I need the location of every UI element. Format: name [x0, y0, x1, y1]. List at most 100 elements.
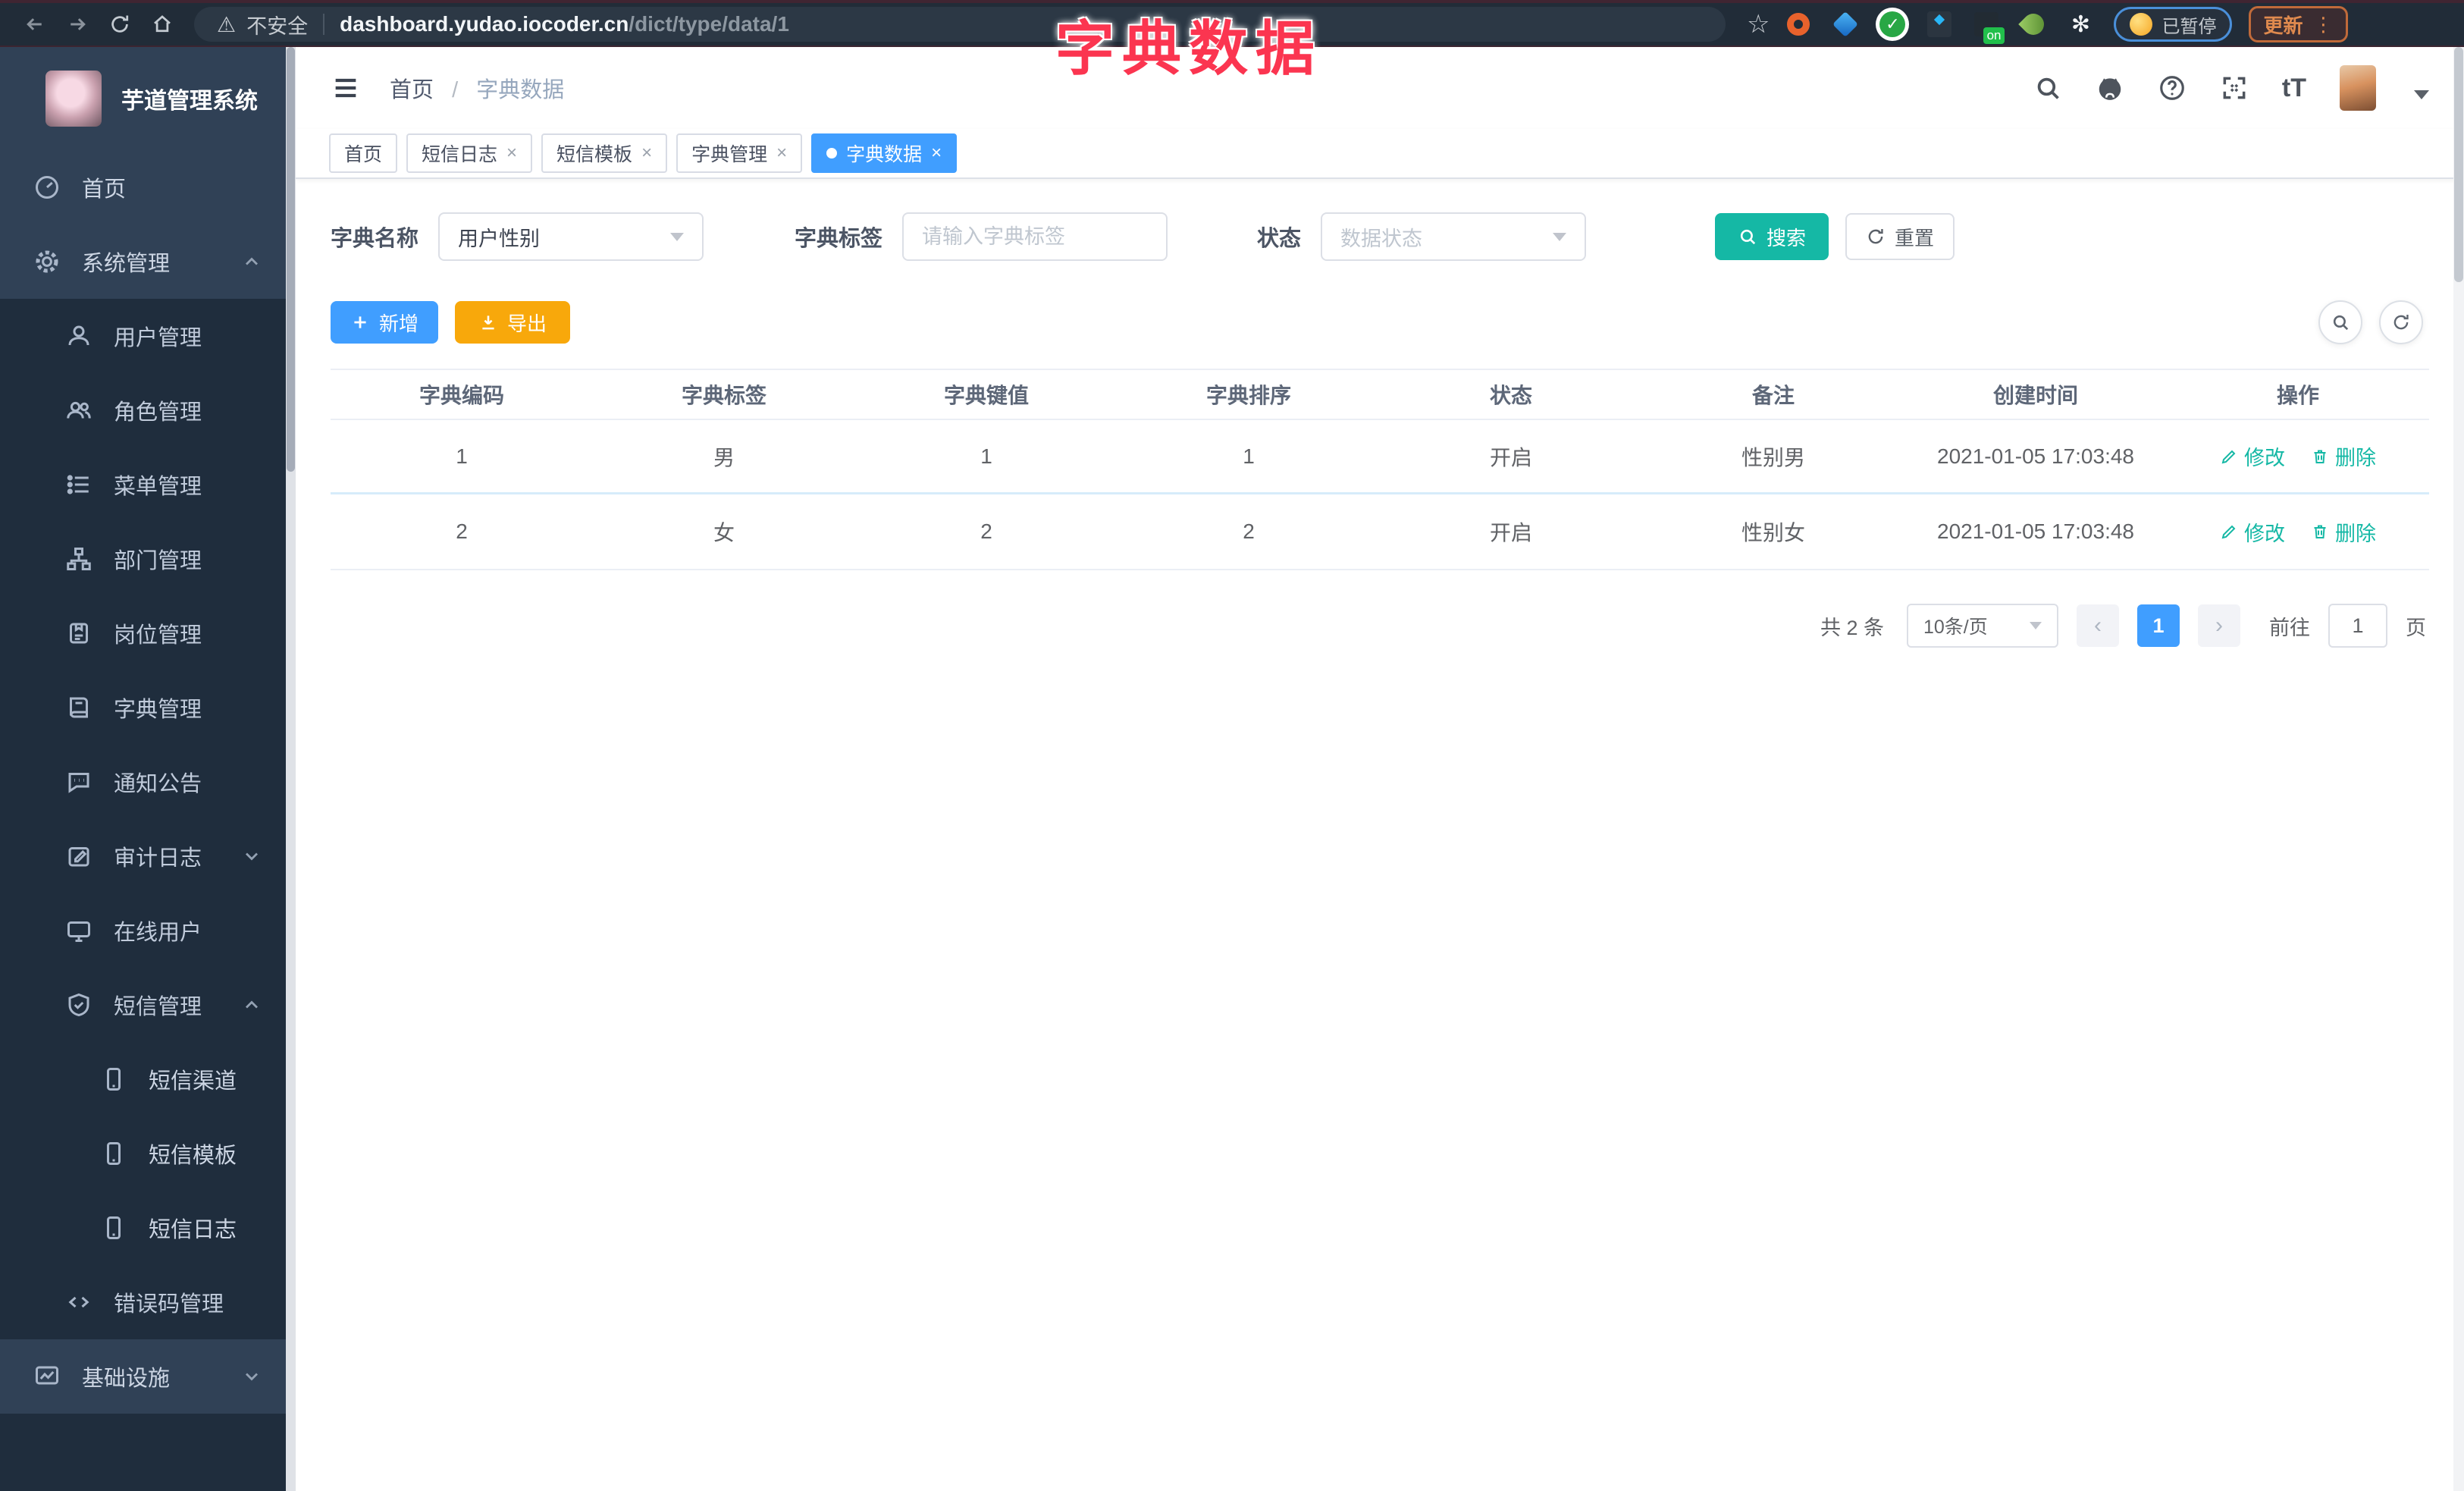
sidebar-item-menus[interactable]: 菜单管理 [0, 447, 296, 522]
refresh-button[interactable] [2379, 300, 2423, 344]
page-size-select[interactable]: 10条/页 [1907, 604, 2058, 648]
sidebar-item-posts[interactable]: 岗位管理 [0, 596, 296, 670]
prev-page-button[interactable]: ‹ [2077, 604, 2119, 647]
font-size-icon[interactable]: tT [2282, 74, 2306, 103]
sidebar-scrollbar-thumb[interactable] [287, 47, 295, 472]
hamburger-icon[interactable] [331, 73, 361, 103]
delete-link[interactable]: 删除 [2311, 441, 2376, 471]
sidebar-item-notice[interactable]: 通知公告 [0, 745, 296, 819]
sidebar-top-section: 芋道管理系统 首页 系统管理 [0, 47, 296, 299]
url-domain[interactable]: dashboard.yudao.iocoder.cn [340, 12, 629, 36]
export-button[interactable]: 导出 [455, 301, 570, 344]
fullscreen-icon[interactable] [2220, 74, 2249, 102]
tab-sms-template[interactable]: 短信模板 × [541, 133, 668, 173]
address-bar[interactable]: ⚠ 不安全 dashboard.yudao.iocoder.cn /dict/t… [194, 7, 1726, 42]
chevron-down-icon [241, 846, 262, 867]
avatar[interactable] [2340, 65, 2376, 111]
edit-link[interactable]: 修改 [2220, 517, 2285, 547]
forward-arrow-icon[interactable] [56, 8, 99, 41]
tab-dict-manage[interactable]: 字典管理 × [676, 133, 803, 173]
sidebar-scrollbar[interactable] [286, 47, 296, 1491]
table-row[interactable]: 2 女 2 2 开启 性别女 2021-01-05 17:03:48 修改 删除 [331, 494, 2429, 569]
chevron-up-icon [241, 251, 262, 272]
sidebar-item-home[interactable]: 首页 [0, 150, 296, 224]
back-arrow-icon[interactable] [14, 8, 56, 41]
table-tools [2318, 300, 2429, 344]
app-title: 芋道管理系统 [121, 89, 258, 114]
extension-blue-kite-icon[interactable] [1832, 11, 1859, 38]
reset-button[interactable]: 重置 [1845, 213, 1955, 260]
url-path[interactable]: /dict/type/data/1 [629, 12, 789, 36]
sidebar-item-online-users[interactable]: 在线用户 [0, 893, 296, 968]
refresh-icon[interactable] [99, 8, 141, 41]
security-label[interactable]: 不安全 [246, 10, 308, 39]
main-area: 首页 / 字典数据 tT 首页 短信日志 × 短信模板 × 字典管理 × 字典数… [296, 47, 2464, 1491]
dict-label-label: 字典标签 [795, 227, 883, 251]
tab-sms-log[interactable]: 短信日志 × [406, 133, 533, 173]
goto-page-input[interactable] [2328, 604, 2387, 648]
bookmark-star-icon[interactable]: ☆ [1747, 9, 1770, 39]
sidebar-item-users[interactable]: 用户管理 [0, 299, 296, 373]
extension-on-badge-icon[interactable] [1973, 11, 2005, 44]
sidebar-item-system[interactable]: 系统管理 [0, 224, 296, 299]
dict-label-input[interactable] [902, 212, 1168, 261]
close-icon[interactable]: × [931, 143, 942, 164]
sidebar-item-audit-log[interactable]: 审计日志 [0, 819, 296, 893]
home-icon[interactable] [141, 8, 183, 41]
filter-form: 字典名称 用户性别 字典标签 状态 数据状态 搜索 [331, 212, 2429, 261]
current-page[interactable]: 1 [2137, 604, 2180, 647]
status-value: 开启 [1489, 445, 1532, 469]
next-page-button[interactable]: › [2198, 604, 2240, 647]
sidebar-item-error-codes[interactable]: 错误码管理 [0, 1265, 296, 1339]
delete-link[interactable]: 删除 [2311, 517, 2376, 547]
app-logo [45, 71, 102, 127]
extension-leaf-icon[interactable] [2018, 9, 2049, 39]
question-icon[interactable] [2158, 74, 2187, 102]
sidebar-item-sms-template[interactable]: 短信模板 [0, 1116, 296, 1191]
sidebar-item-sms[interactable]: 短信管理 [0, 968, 296, 1042]
browser-update-button[interactable]: 更新 ⋮ [2249, 6, 2348, 42]
sidebar-item-infrastructure[interactable]: 基础设施 [0, 1339, 296, 1414]
sidebar-bottom-section: 基础设施 [0, 1339, 296, 1414]
github-icon[interactable] [2096, 74, 2124, 102]
sidebar-item-roles[interactable]: 角色管理 [0, 373, 296, 447]
close-icon[interactable]: × [506, 143, 517, 164]
sidebar-item-dict[interactable]: 字典管理 [0, 670, 296, 745]
show-search-button[interactable] [2318, 300, 2362, 344]
window-scrollbar[interactable] [2453, 47, 2464, 1491]
close-icon[interactable]: × [776, 143, 787, 164]
extension-green-check-icon[interactable]: ✓ [1879, 11, 1906, 38]
sidebar-item-sms-log[interactable]: 短信日志 [0, 1191, 296, 1265]
sidebar-item-sms-channel[interactable]: 短信渠道 [0, 1042, 296, 1116]
refresh-icon [1868, 228, 1883, 244]
gear-icon [33, 248, 61, 275]
close-icon[interactable]: × [641, 143, 652, 164]
list-icon [65, 471, 92, 498]
extension-slider-icon[interactable] [1926, 11, 1953, 38]
extension-puzzle-icon[interactable]: ✻ [2067, 11, 2094, 38]
extension-orange-ring-icon[interactable] [1785, 11, 1812, 38]
window-scrollbar-thumb[interactable] [2454, 47, 2463, 282]
chevron-down-icon [241, 1366, 262, 1387]
kebab-menu-icon[interactable]: ⋮ [2314, 14, 2334, 34]
add-button[interactable]: 新增 [331, 301, 438, 344]
tab-dict-data[interactable]: 字典数据 × [811, 133, 958, 173]
profile-paused-chip[interactable]: 已暂停 [2114, 7, 2233, 42]
screen: ⚠ 不安全 dashboard.yudao.iocoder.cn /dict/t… [0, 0, 2464, 1491]
caret-down-icon[interactable] [2414, 90, 2429, 99]
phone-icon [100, 1140, 127, 1167]
sidebar-item-departments[interactable]: 部门管理 [0, 522, 296, 596]
table-row[interactable]: 1 男 1 1 开启 性别男 2021-01-05 17:03:48 修改 删除 [331, 420, 2429, 494]
sidebar-item-label: 岗位管理 [114, 623, 202, 648]
sidebar-item-label: 部门管理 [114, 549, 202, 573]
status-select[interactable]: 数据状态 [1321, 212, 1587, 261]
tab-home[interactable]: 首页 [329, 133, 398, 173]
breadcrumb-home[interactable]: 首页 [390, 78, 434, 102]
search-button[interactable]: 搜索 [1715, 213, 1829, 260]
sidebar-logo-row[interactable]: 芋道管理系统 [0, 47, 296, 150]
book-icon [65, 694, 92, 721]
sidebar-item-label: 基础设施 [82, 1367, 171, 1391]
search-icon[interactable] [2033, 74, 2062, 102]
dict-name-select[interactable]: 用户性别 [438, 212, 704, 261]
edit-link[interactable]: 修改 [2220, 441, 2285, 471]
